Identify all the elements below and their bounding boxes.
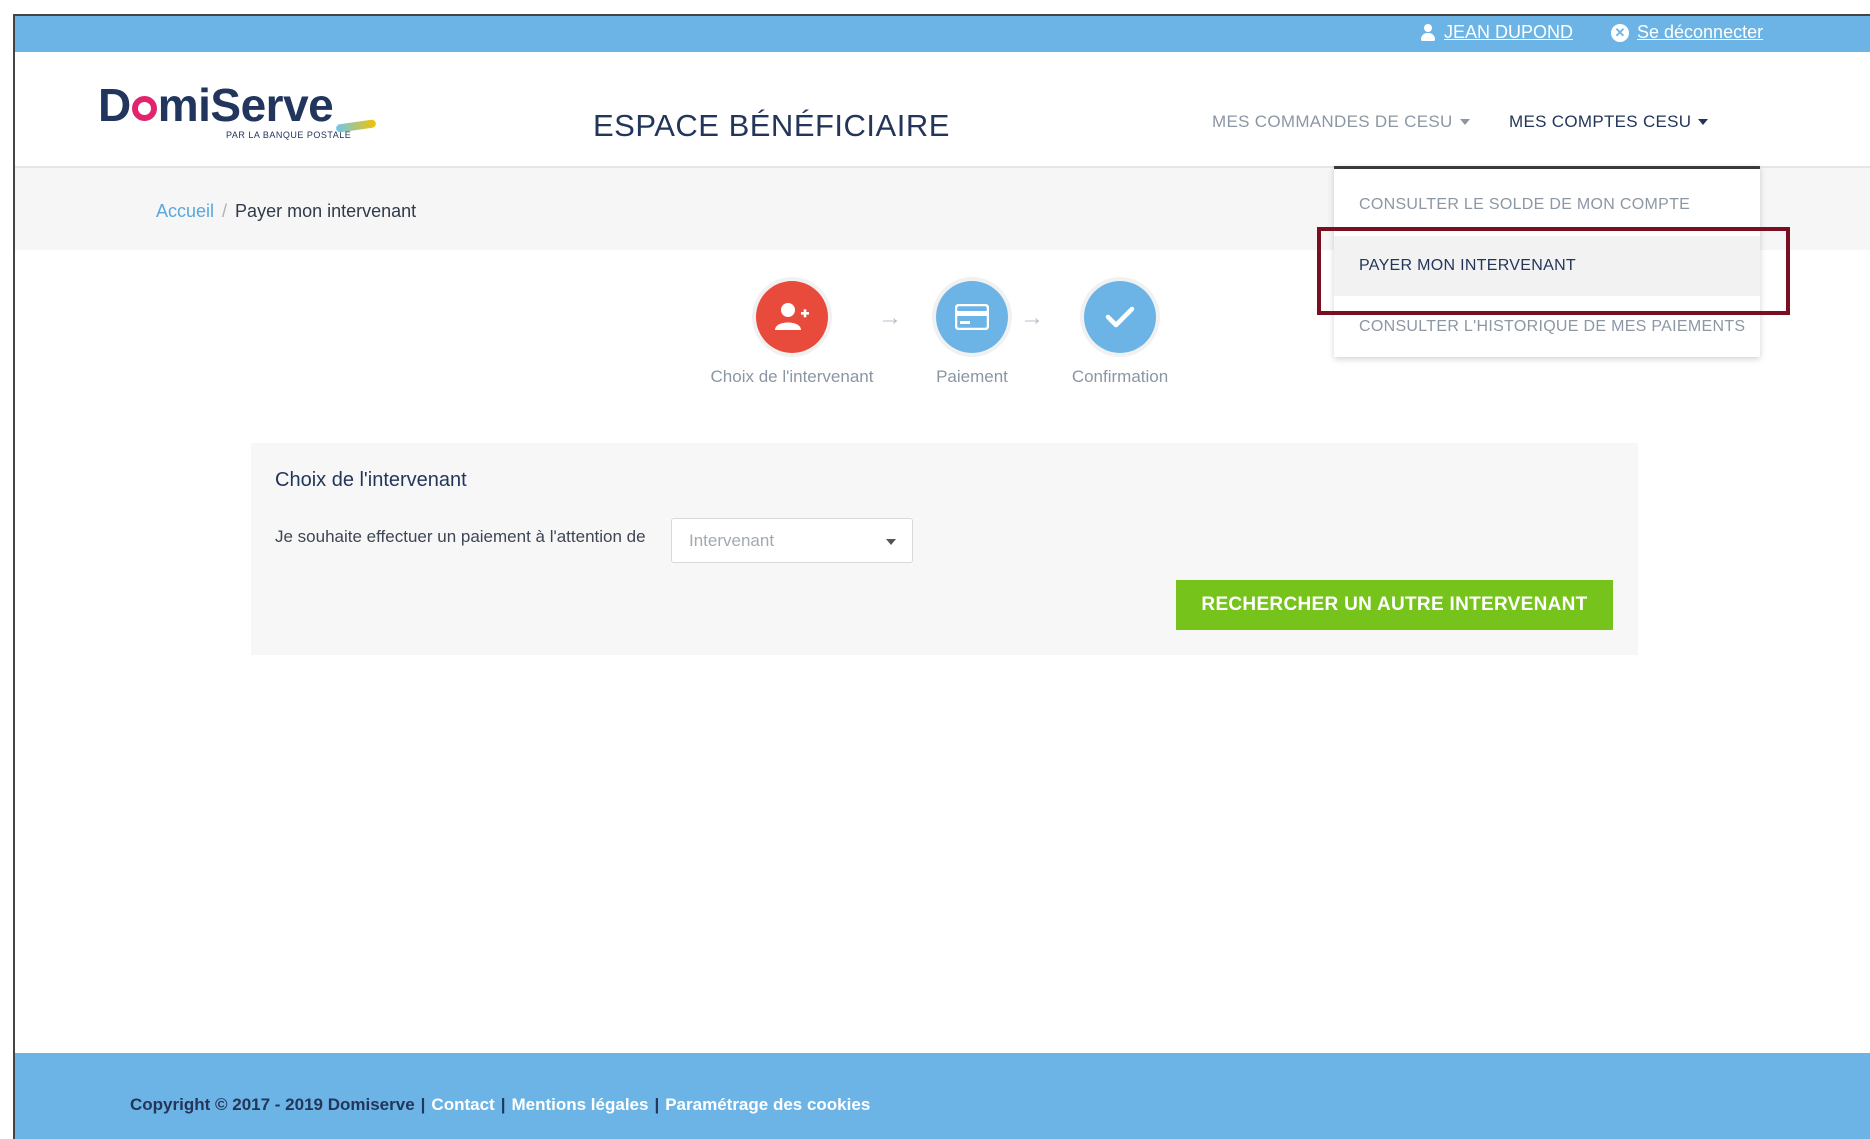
menu-item-consulter-solde[interactable]: CONSULTER LE SOLDE DE MON COMPTE bbox=[1334, 175, 1760, 235]
step-choix: Choix de l'intervenant bbox=[702, 281, 882, 387]
page-heading: ESPACE BÉNÉFICIAIRE bbox=[593, 108, 950, 143]
footer-link-contact[interactable]: Contact bbox=[431, 1095, 494, 1115]
step-circle-confirmation bbox=[1084, 281, 1156, 353]
comptes-cesu-dropdown: CONSULTER LE SOLDE DE MON COMPTE PAYER M… bbox=[1334, 166, 1760, 357]
menu-item-payer-intervenant[interactable]: PAYER MON INTERVENANT bbox=[1334, 236, 1760, 296]
footer-separator: | bbox=[420, 1095, 426, 1114]
logo-o-ring bbox=[131, 96, 157, 121]
user-name: JEAN DUPOND bbox=[1444, 22, 1574, 42]
nav-commandes-cesu[interactable]: MES COMMANDES DE CESU bbox=[1212, 112, 1470, 132]
site-footer: Copyright © 2017 - 2019 Domiserve | Cont… bbox=[15, 1053, 1870, 1139]
panel-title: Choix de l'intervenant bbox=[275, 469, 467, 491]
credit-card-icon bbox=[955, 304, 989, 330]
nav-comptes-label: MES COMPTES CESU bbox=[1509, 112, 1692, 131]
choix-intervenant-panel: Choix de l'intervenant Je souhaite effec… bbox=[251, 443, 1638, 655]
browser-frame: JEAN DUPOND ✕ Se déconnecter DmiServe PA… bbox=[13, 14, 1870, 1139]
add-user-icon bbox=[775, 303, 809, 330]
logo-subtitle: PAR LA BANQUE POSTALE bbox=[226, 130, 352, 140]
nav-comptes-cesu[interactable]: MES COMPTES CESU bbox=[1509, 112, 1709, 132]
check-icon bbox=[1105, 306, 1135, 328]
footer-link-mentions[interactable]: Mentions légales bbox=[511, 1095, 648, 1115]
footer-separator: | bbox=[500, 1095, 506, 1114]
breadcrumb-home[interactable]: Accueil bbox=[156, 201, 214, 222]
footer-separator: | bbox=[654, 1095, 660, 1114]
logo-swoosh bbox=[335, 119, 377, 133]
step-label-confirmation: Confirmation bbox=[1071, 367, 1169, 386]
breadcrumb-current: Payer mon intervenant bbox=[235, 201, 417, 221]
user-link[interactable]: JEAN DUPOND bbox=[1420, 22, 1573, 43]
logo-wordmark: DmiServe bbox=[98, 79, 334, 131]
intervenant-select[interactable]: Intervenant bbox=[671, 518, 913, 563]
chevron-down-icon bbox=[1459, 119, 1470, 125]
logout-link[interactable]: ✕ Se déconnecter bbox=[1611, 22, 1763, 43]
footer-line: Copyright © 2017 - 2019 Domiserve | Cont… bbox=[130, 1095, 870, 1115]
domiserve-logo[interactable]: DmiServe PAR LA BANQUE POSTALE bbox=[98, 82, 398, 152]
logout-label: Se déconnecter bbox=[1637, 22, 1764, 42]
footer-link-cookies[interactable]: Paramétrage des cookies bbox=[665, 1095, 870, 1115]
step-circle-paiement bbox=[936, 281, 1008, 353]
close-circle-icon: ✕ bbox=[1611, 23, 1629, 42]
step-circle-choix bbox=[756, 281, 828, 353]
step-label-choix: Choix de l'intervenant bbox=[710, 367, 874, 386]
chevron-down-icon bbox=[1698, 119, 1709, 125]
nav-commandes-label: MES COMMANDES DE CESU bbox=[1212, 112, 1453, 131]
payment-recipient-label: Je souhaite effectuer un paiement à l'at… bbox=[275, 527, 646, 546]
step-confirmation: Confirmation bbox=[1030, 281, 1210, 387]
footer-copyright: Copyright © 2017 - 2019 Domiserve bbox=[130, 1095, 415, 1114]
breadcrumb-separator: / bbox=[222, 201, 228, 221]
site-header: DmiServe PAR LA BANQUE POSTALE ESPACE BÉ… bbox=[15, 52, 1870, 168]
chevron-down-icon bbox=[886, 539, 896, 545]
menu-item-historique-paiements[interactable]: CONSULTER L'HISTORIQUE DE MES PAIEMENTS bbox=[1334, 297, 1760, 357]
intervenant-select-placeholder: Intervenant bbox=[689, 531, 775, 550]
breadcrumb: Accueil / Payer mon intervenant bbox=[156, 201, 416, 222]
user-icon bbox=[1420, 23, 1436, 42]
search-other-intervenant-button[interactable]: RECHERCHER UN AUTRE INTERVENANT bbox=[1176, 580, 1613, 630]
top-bar: JEAN DUPOND ✕ Se déconnecter bbox=[15, 16, 1870, 52]
